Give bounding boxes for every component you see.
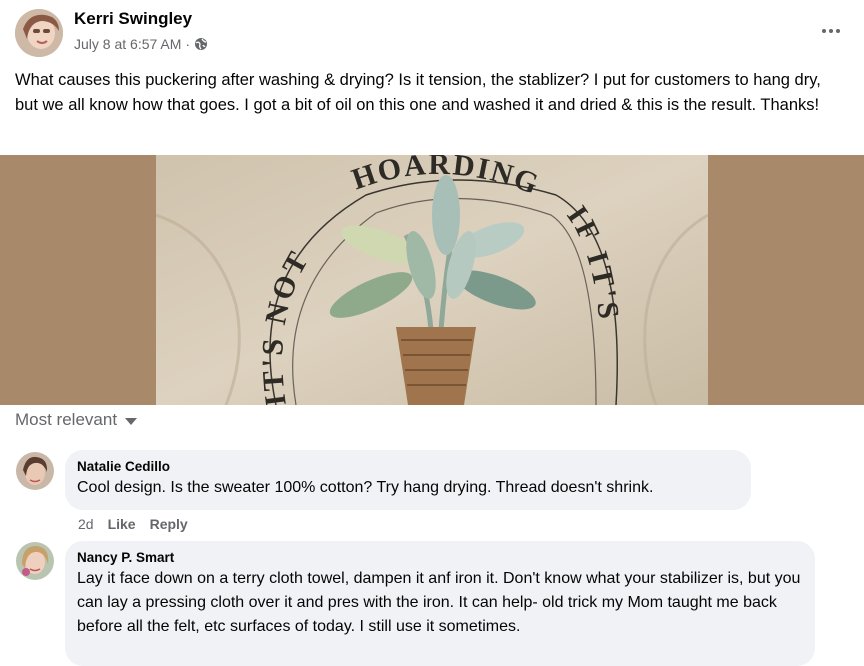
caret-down-icon bbox=[125, 417, 138, 425]
post-author-name[interactable]: Kerri Swingley bbox=[74, 9, 192, 29]
commenter-avatar[interactable] bbox=[16, 452, 54, 490]
comment-bubble: Natalie Cedillo Cool design. Is the swea… bbox=[65, 450, 751, 510]
post-photo[interactable]: IT'S NOT HOARDING IF IT'S bbox=[155, 148, 709, 408]
post-timestamp[interactable]: July 8 at 6:57 AM bbox=[74, 36, 181, 52]
more-options-icon[interactable] bbox=[818, 18, 844, 44]
comment-age[interactable]: 2d bbox=[78, 516, 94, 532]
commenter-name[interactable]: Natalie Cedillo bbox=[77, 458, 739, 476]
comment-text: Lay it face down on a terry cloth towel,… bbox=[77, 570, 801, 635]
comment-bubble: Nancy P. Smart Lay it face down on a ter… bbox=[65, 541, 815, 666]
author-avatar[interactable] bbox=[15, 9, 63, 57]
avatar-photo bbox=[15, 9, 63, 57]
comment-actions: 2d Like Reply bbox=[78, 516, 188, 532]
comment-sort-dropdown[interactable]: Most relevant bbox=[15, 410, 138, 430]
avatar-photo bbox=[16, 452, 54, 490]
comment-text: Cool design. Is the sweater 100% cotton?… bbox=[77, 479, 654, 496]
globe-icon[interactable] bbox=[194, 37, 208, 51]
like-button[interactable]: Like bbox=[108, 516, 136, 532]
embroidered-sweater-image: IT'S NOT HOARDING IF IT'S bbox=[155, 148, 709, 408]
meta-separator: · bbox=[185, 36, 191, 52]
reply-button[interactable]: Reply bbox=[150, 516, 188, 532]
plant-pot-embroidery bbox=[396, 327, 476, 405]
commenter-name[interactable]: Nancy P. Smart bbox=[77, 549, 803, 567]
post-text: What causes this puckering after washing… bbox=[15, 71, 821, 114]
post-meta: July 8 at 6:57 AM · bbox=[74, 36, 208, 52]
avatar-photo bbox=[16, 542, 54, 580]
commenter-avatar[interactable] bbox=[16, 542, 54, 580]
sort-label: Most relevant bbox=[15, 410, 118, 429]
post-header: Kerri Swingley July 8 at 6:57 AM · bbox=[0, 0, 864, 62]
